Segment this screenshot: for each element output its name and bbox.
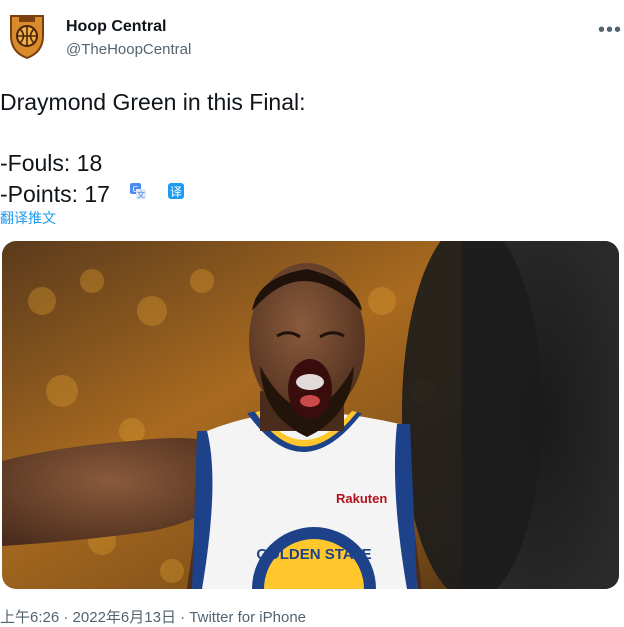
tweet-line-title: Draymond Green in this Final: (0, 89, 306, 115)
svg-text:译: 译 (170, 185, 182, 199)
tweet-line-fouls: -Fouls: 18 (0, 150, 103, 176)
tweet-footer: 上午6:26 · 2022年6月13日 · Twitter for iPhone (0, 606, 306, 627)
svg-text:文: 文 (137, 190, 145, 200)
avatar[interactable] (8, 14, 46, 60)
translate-tweet-link[interactable]: 翻译推文 (0, 208, 56, 228)
footer-separator: · (175, 609, 190, 626)
tweet-source[interactable]: Twitter for iPhone (189, 609, 306, 626)
tweet-time[interactable]: 上午6:26 (0, 609, 59, 626)
author-handle[interactable]: @TheHoopCentral (66, 41, 191, 58)
translate-icon[interactable]: G 文 (129, 182, 147, 200)
tweet-photo[interactable]: Rakuten GOLDEN STATE (2, 241, 619, 589)
footer-separator: · (59, 609, 73, 626)
translate-badge-icon[interactable]: 译 (167, 182, 185, 200)
author-display-name[interactable]: Hoop Central (66, 18, 166, 36)
tweet-line-points: -Points: 17 (0, 181, 110, 207)
tweet-header: Hoop Central @TheHoopCentral ••• (0, 0, 624, 80)
jersey-sponsor-text: Rakuten (336, 491, 387, 506)
tweet-date[interactable]: 2022年6月13日 (73, 609, 176, 626)
jersey-team-text: GOLDEN STATE (256, 546, 371, 563)
more-dots-icon[interactable]: ••• (598, 20, 622, 40)
